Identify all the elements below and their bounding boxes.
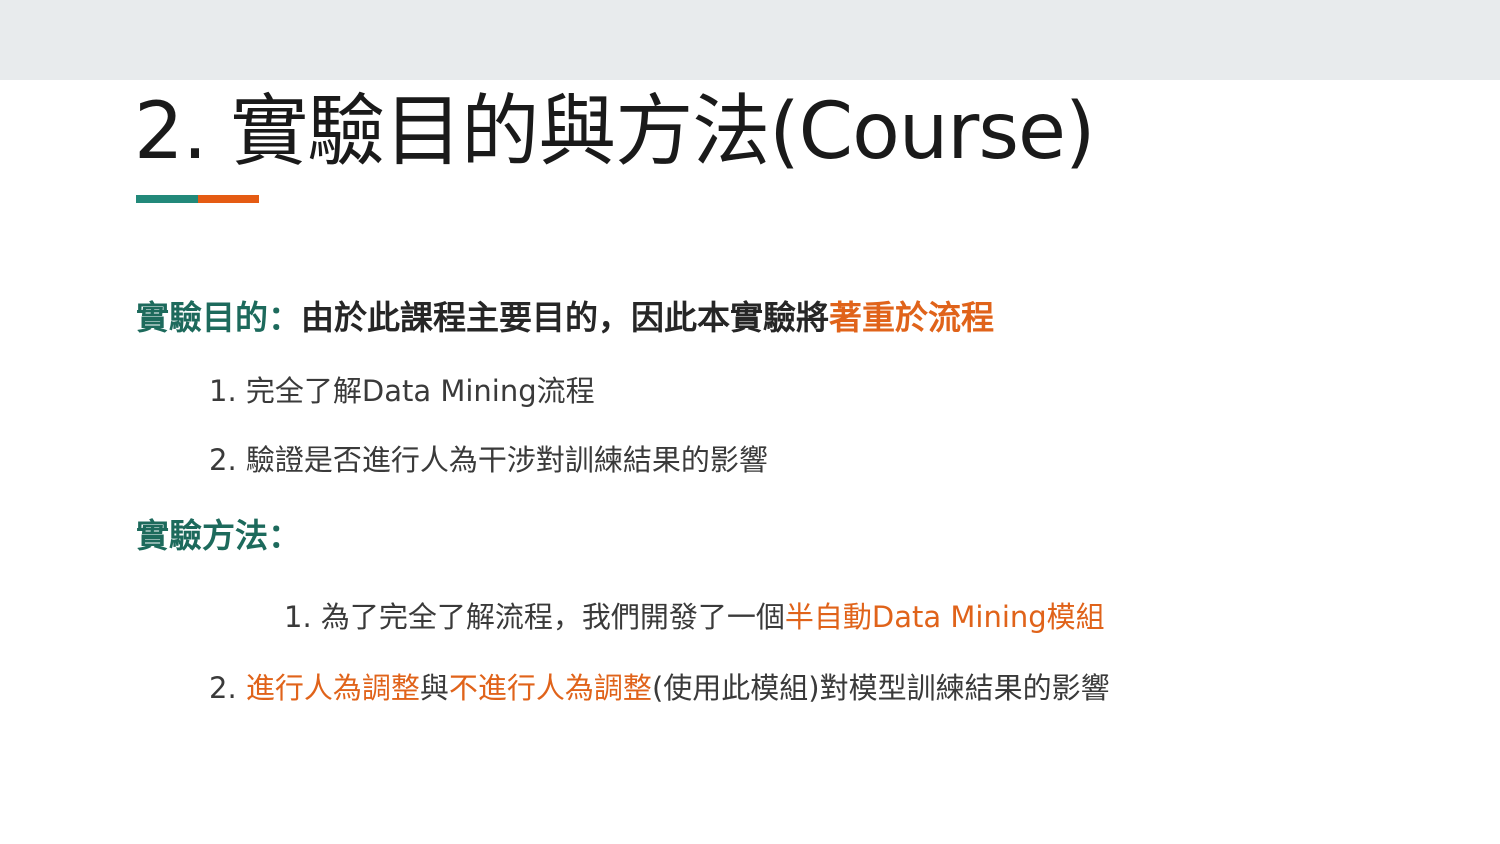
- method-heading: 實驗方法：: [136, 514, 301, 558]
- purpose-highlight: 著重於流程: [829, 298, 994, 337]
- purpose-heading: 實驗目的：由於此課程主要目的，因此本實驗將著重於流程: [136, 296, 994, 340]
- method-item-2-highlight-2: 不進行人為調整: [448, 671, 652, 705]
- method-item-1-text: 為了完全了解流程，我們開發了一個: [320, 600, 785, 634]
- purpose-label: 實驗目的：: [136, 298, 301, 337]
- top-bar: [0, 0, 1500, 80]
- purpose-item-1-number: 1.: [209, 374, 246, 408]
- method-item-1: 1. 為了完全了解流程，我們開發了一個半自動Data Mining模組: [284, 597, 1105, 637]
- purpose-item-2-number: 2.: [209, 443, 246, 477]
- purpose-item-2-text: 驗證是否進行人為干涉對訓練結果的影響: [245, 443, 768, 477]
- purpose-item-1: 1. 完全了解Data Mining流程: [209, 371, 595, 411]
- method-item-2-highlight-1: 進行人為調整: [245, 671, 420, 705]
- title-underline-teal: [136, 195, 198, 203]
- purpose-item-2: 2. 驗證是否進行人為干涉對訓練結果的影響: [209, 440, 768, 480]
- method-item-2-mid: 與: [419, 671, 449, 705]
- method-label: 實驗方法：: [136, 516, 301, 555]
- method-item-2-rest: (使用此模組)對模型訓練結果的影響: [651, 671, 1110, 705]
- slide-title: 2. 實驗目的與方法(Course): [134, 87, 1095, 177]
- purpose-text: 由於此課程主要目的，因此本實驗將: [301, 298, 829, 337]
- title-underline-orange: [198, 195, 259, 203]
- method-item-1-number: 1.: [284, 600, 321, 634]
- method-item-2-number: 2.: [209, 671, 246, 705]
- method-item-2: 2. 進行人為調整與不進行人為調整(使用此模組)對模型訓練結果的影響: [209, 668, 1110, 708]
- method-item-1-highlight: 半自動Data Mining模組: [784, 600, 1105, 634]
- purpose-item-1-text: 完全了解Data Mining流程: [245, 374, 595, 408]
